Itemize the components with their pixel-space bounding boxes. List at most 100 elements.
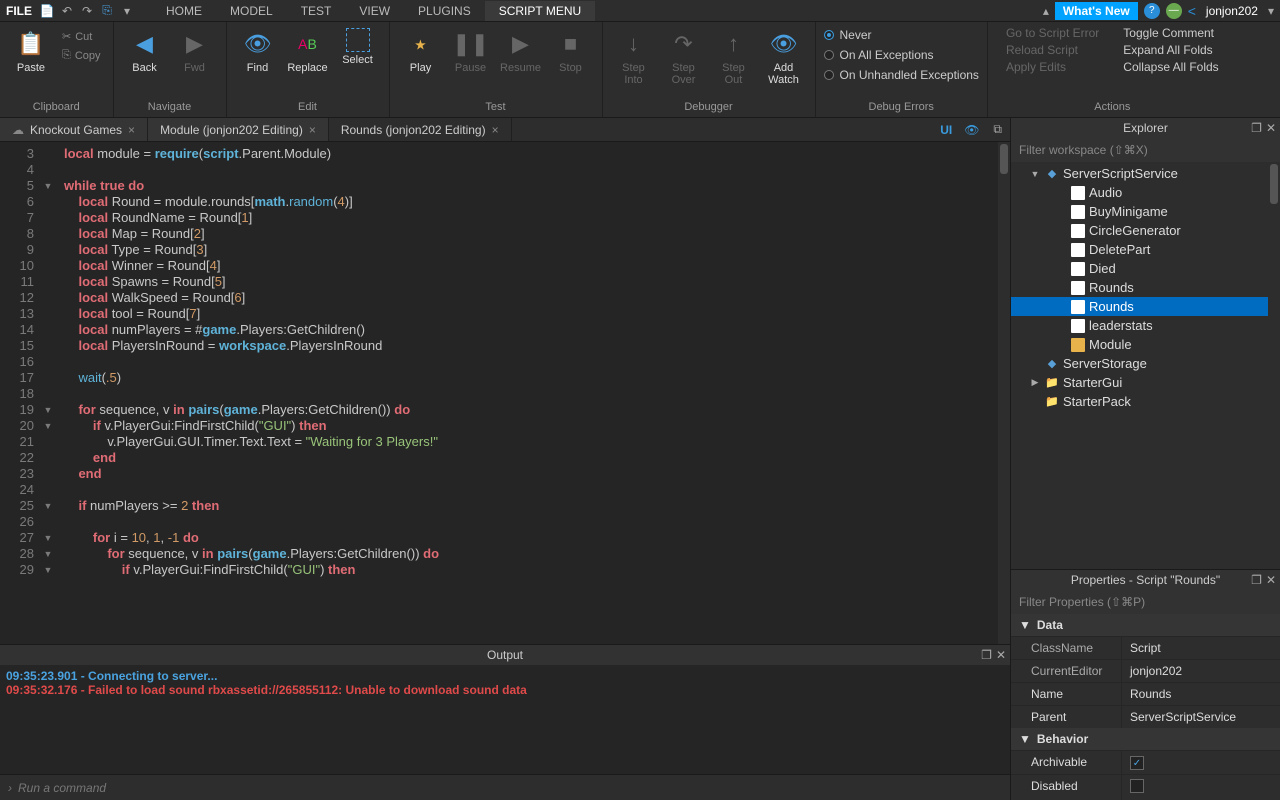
expand-folds-button[interactable]: Expand All Folds (1123, 43, 1218, 57)
collapse-ribbon-icon[interactable]: ▴ (1043, 4, 1049, 18)
find-button[interactable]: 👁Find (235, 24, 281, 74)
tree-item[interactable]: ▼◆ServerScriptService (1011, 164, 1280, 183)
step-over-button[interactable]: ↷Step Over (661, 24, 707, 86)
tree-item[interactable]: 📁StarterPack (1011, 392, 1280, 411)
visibility-icon[interactable]: 👁 (958, 118, 985, 141)
property-value[interactable]: jonjon202 (1121, 660, 1280, 682)
close-tab-icon[interactable]: × (309, 123, 316, 137)
property-row[interactable]: Archivable✓ (1011, 750, 1280, 775)
step-into-button[interactable]: ↓Step Into (611, 24, 657, 86)
document-tab[interactable]: Rounds (jonjon202 Editing)× (329, 118, 512, 141)
explorer-tree[interactable]: ▼◆ServerScriptServiceAudioBuyMinigameCir… (1011, 162, 1280, 569)
tree-item[interactable]: BuyMinigame (1011, 202, 1280, 221)
back-button[interactable]: ◀Back (122, 24, 168, 74)
tree-item[interactable]: Audio (1011, 183, 1280, 202)
property-value[interactable]: ✓ (1121, 751, 1280, 775)
popout-icon[interactable]: ❐ (1251, 573, 1262, 587)
file-menu[interactable]: FILE (6, 4, 32, 18)
popout-icon[interactable]: ❐ (1251, 121, 1262, 135)
step-out-button[interactable]: ↑Step Out (711, 24, 757, 86)
property-value[interactable]: ServerScriptService (1121, 706, 1280, 728)
editor-scrollbar[interactable] (998, 142, 1010, 644)
scrollbar-thumb[interactable] (1000, 144, 1008, 174)
tree-item[interactable]: leaderstats (1011, 316, 1280, 335)
fold-gutter[interactable]: ▼▼▼▼▼▼▼ (40, 142, 56, 644)
stop-button[interactable]: ■Stop (548, 24, 594, 74)
paste-button[interactable]: 📋 Paste (8, 24, 54, 74)
goto-script-error-button[interactable]: Go to Script Error (1006, 26, 1099, 40)
radio-on-all[interactable]: On All Exceptions (824, 46, 979, 64)
new-icon[interactable]: 📄 (40, 4, 54, 18)
help-icon[interactable]: ? (1144, 3, 1160, 19)
property-category[interactable]: ▼Data (1011, 614, 1280, 636)
share-icon[interactable]: < (1188, 3, 1196, 19)
property-row[interactable]: NameRounds (1011, 682, 1280, 705)
properties-filter[interactable]: Filter Properties (⇧⌘P) (1011, 590, 1280, 614)
tree-item[interactable]: DeletePart (1011, 240, 1280, 259)
pause-button[interactable]: ❚❚Pause (448, 24, 494, 74)
copy-button[interactable]: ⎘Copy (58, 47, 105, 64)
device-icon[interactable]: ⧉ (985, 118, 1010, 141)
explorer-filter[interactable]: Filter workspace (⇧⌘X) (1011, 138, 1280, 162)
user-dropdown-icon[interactable]: ▾ (1268, 4, 1274, 18)
tree-item[interactable]: Rounds (1011, 297, 1280, 316)
property-value[interactable]: Script (1121, 637, 1280, 659)
whats-new-button[interactable]: What's New (1055, 2, 1138, 20)
code-editor[interactable]: 3456789101112131415161718192021222324252… (0, 142, 1010, 644)
code-area[interactable]: local module = require(script.Parent.Mod… (56, 142, 1010, 644)
tree-scrollbar[interactable] (1268, 162, 1280, 569)
add-watch-button[interactable]: 👁Add Watch (761, 24, 807, 86)
select-button[interactable]: Select (335, 24, 381, 66)
ribbon-tab-plugins[interactable]: PLUGINS (404, 1, 485, 21)
property-row[interactable]: ClassNameScript (1011, 636, 1280, 659)
popout-icon[interactable]: ❐ (981, 648, 992, 662)
cut-button[interactable]: ✂Cut (58, 28, 105, 45)
document-tab[interactable]: Module (jonjon202 Editing)× (148, 118, 329, 141)
ribbon-tab-home[interactable]: HOME (152, 1, 216, 21)
command-bar[interactable]: › Run a command (0, 774, 1010, 800)
close-tab-icon[interactable]: × (128, 123, 135, 137)
tree-item[interactable]: CircleGenerator (1011, 221, 1280, 240)
property-value[interactable]: Rounds (1121, 683, 1280, 705)
toggle-comment-button[interactable]: Toggle Comment (1123, 26, 1218, 40)
fwd-button[interactable]: ▶Fwd (172, 24, 218, 74)
expand-icon[interactable]: ▼ (1029, 169, 1041, 179)
redo-icon[interactable]: ↷ (80, 4, 94, 18)
tree-item[interactable]: ▶📁StarterGui (1011, 373, 1280, 392)
publish-icon[interactable]: ⎘ (100, 4, 114, 18)
ribbon-tab-test[interactable]: TEST (287, 1, 346, 21)
expand-icon[interactable]: ▶ (1029, 377, 1041, 388)
document-tab[interactable]: ☁Knockout Games× (0, 118, 148, 141)
apply-edits-button[interactable]: Apply Edits (1006, 60, 1099, 74)
tree-item[interactable]: Module (1011, 335, 1280, 354)
minimize-icon[interactable]: — (1166, 3, 1182, 19)
checkbox[interactable] (1130, 779, 1144, 793)
property-row[interactable]: ParentServerScriptService (1011, 705, 1280, 728)
ribbon-tab-script-menu[interactable]: SCRIPT MENU (485, 1, 595, 21)
scrollbar-thumb[interactable] (1270, 164, 1278, 204)
tree-item[interactable]: Rounds (1011, 278, 1280, 297)
ui-toggle-button[interactable]: UI (934, 118, 958, 141)
property-category[interactable]: ▼Behavior (1011, 728, 1280, 750)
close-tab-icon[interactable]: × (492, 123, 499, 137)
undo-icon[interactable]: ↶ (60, 4, 74, 18)
close-icon[interactable]: ✕ (996, 648, 1006, 662)
output-log[interactable]: 09:35:23.901 - Connecting to server...09… (0, 665, 1010, 774)
close-icon[interactable]: ✕ (1266, 573, 1276, 587)
ribbon-tab-model[interactable]: MODEL (216, 1, 287, 21)
property-value[interactable] (1121, 775, 1280, 800)
tree-item[interactable]: ◆ServerStorage (1011, 354, 1280, 373)
tree-item[interactable]: Died (1011, 259, 1280, 278)
property-row[interactable]: Disabled (1011, 774, 1280, 800)
resume-button[interactable]: ▶Resume (498, 24, 544, 74)
replace-button[interactable]: ABReplace (285, 24, 331, 74)
radio-on-unhandled[interactable]: On Unhandled Exceptions (824, 66, 979, 84)
play-button[interactable]: ⭑Play (398, 24, 444, 74)
checkbox[interactable]: ✓ (1130, 756, 1144, 770)
username-label[interactable]: jonjon202 (1206, 4, 1258, 18)
close-icon[interactable]: ✕ (1266, 121, 1276, 135)
ribbon-tab-view[interactable]: VIEW (345, 1, 404, 21)
radio-never[interactable]: Never (824, 26, 979, 44)
collapse-folds-button[interactable]: Collapse All Folds (1123, 60, 1218, 74)
qat-dropdown-icon[interactable]: ▾ (120, 4, 134, 18)
